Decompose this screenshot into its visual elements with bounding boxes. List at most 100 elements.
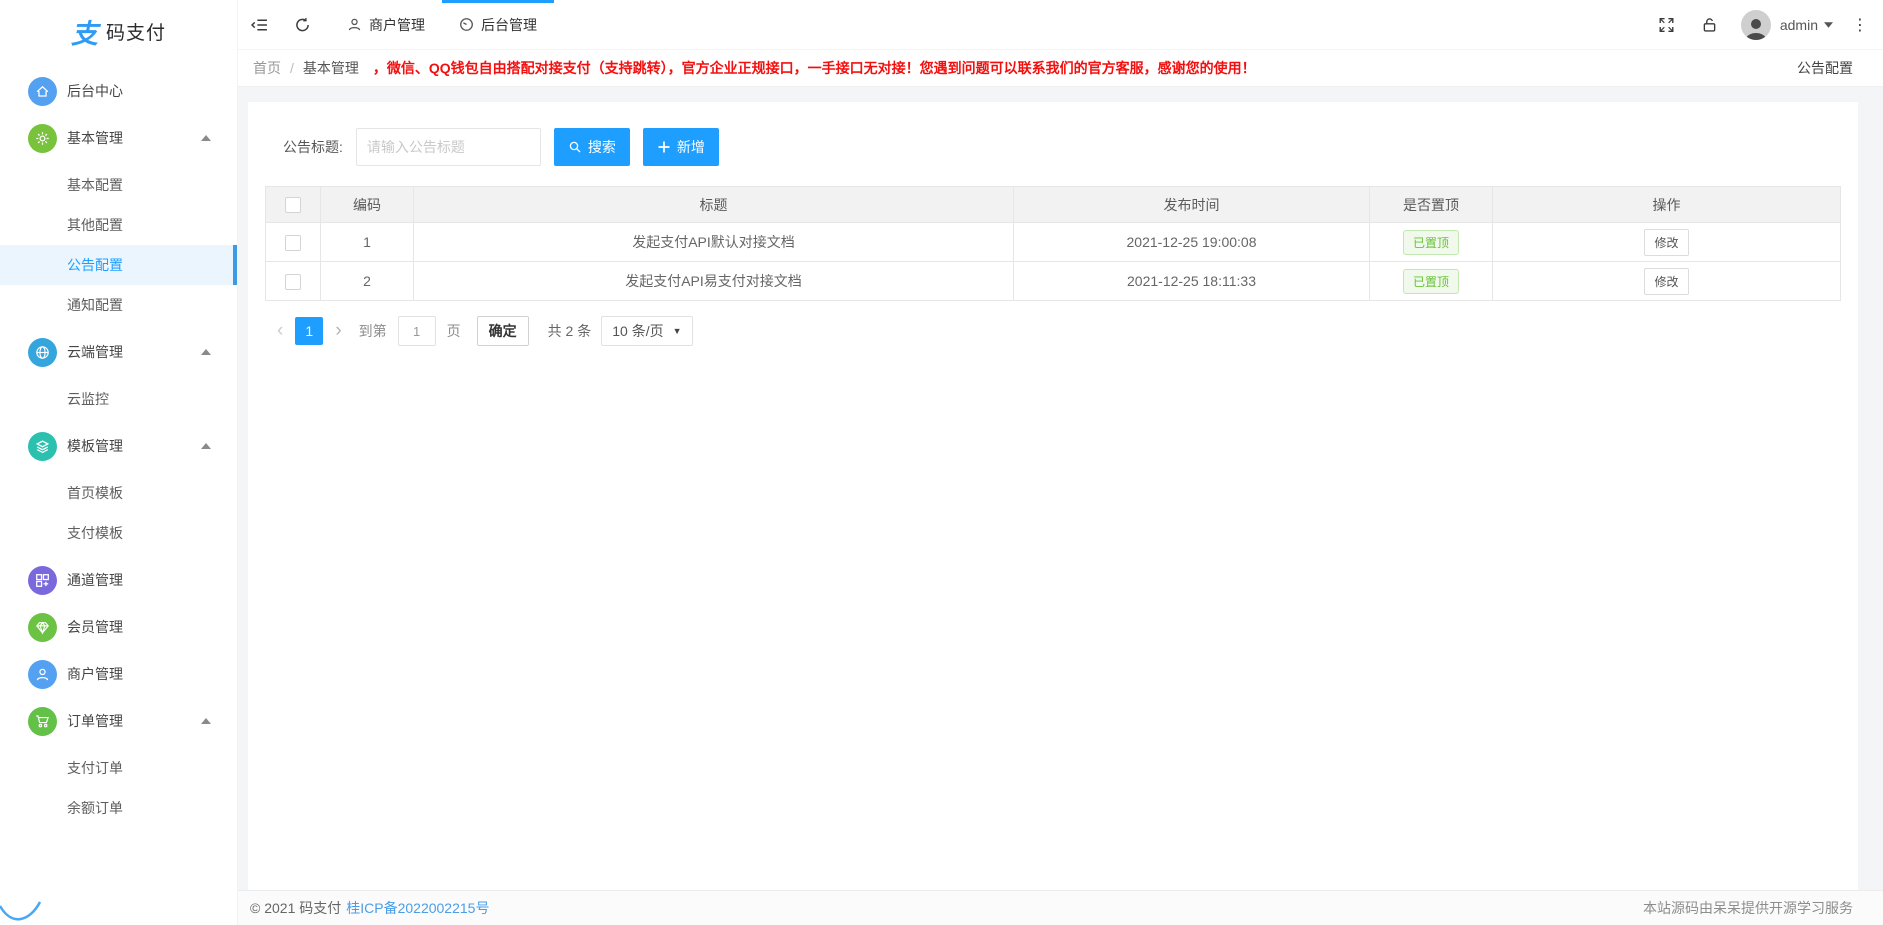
- sidebar-item-template-management[interactable]: 模板管理: [0, 426, 237, 466]
- row-checkbox[interactable]: [285, 235, 301, 251]
- sidebar: 支 码支付 后台中心基本管理基本配置其他配置公告配置通知配置云端管理云监控模板管…: [0, 0, 238, 925]
- sidebar-item-order-management[interactable]: 订单管理: [0, 701, 237, 741]
- sidebar-item-basic-management[interactable]: 基本管理: [0, 118, 237, 158]
- tab-backend-management[interactable]: 后台管理: [442, 0, 554, 49]
- layers-icon: [28, 432, 57, 461]
- breadcrumb: 首页 / 基本管理 ，微信、QQ钱包自由搭配对接支付（支持跳转），官方企业正规接…: [238, 50, 1883, 87]
- arrow-up-icon: [201, 718, 211, 724]
- arrow-up-icon: [201, 349, 211, 355]
- cart-icon: [28, 707, 57, 736]
- sidebar-item-member-management[interactable]: 会员管理: [0, 607, 237, 647]
- sidebar-item-label: 后台中心: [67, 81, 123, 101]
- footer-right-text: 本站源码由呆呆提供开源学习服务: [1643, 898, 1853, 918]
- sidebar-item-merchant-management[interactable]: 商户管理: [0, 654, 237, 694]
- sidebar-item-announcement-config[interactable]: 公告配置: [0, 245, 237, 285]
- search-icon: [568, 140, 582, 154]
- footer: © 2021 码支付 桂ICP备2022002215号 本站源码由呆呆提供开源学…: [238, 890, 1883, 925]
- search-field-label: 公告标题:: [283, 137, 343, 157]
- goto-label: 到第: [359, 321, 387, 341]
- more-menu-icon[interactable]: ⋮: [1833, 15, 1883, 35]
- goto-page-input[interactable]: [398, 316, 436, 346]
- sidebar-item-label: 通道管理: [67, 570, 123, 590]
- topbar: 商户管理 后台管理 admin ⋮: [238, 0, 1883, 50]
- select-caret-icon: ▼: [673, 326, 682, 336]
- fullscreen-icon[interactable]: [1645, 0, 1688, 49]
- app-logo: 支 码支付: [0, 6, 237, 56]
- icp-link[interactable]: 桂ICP备2022002215号: [346, 898, 489, 918]
- status-badge: 已置顶: [1403, 269, 1459, 294]
- prev-page-icon[interactable]: ‹: [267, 317, 293, 345]
- sidebar-menu: 后台中心基本管理基本配置其他配置公告配置通知配置云端管理云监控模板管理首页模板支…: [0, 56, 237, 828]
- sidebar-item-balance-orders[interactable]: 余额订单: [0, 788, 237, 828]
- lock-screen-icon[interactable]: [1688, 0, 1731, 49]
- next-page-icon[interactable]: ›: [325, 317, 351, 345]
- edit-button[interactable]: 修改: [1644, 229, 1688, 256]
- breadcrumb-home[interactable]: 首页: [253, 58, 281, 78]
- sidebar-item-basic-config[interactable]: 基本配置: [0, 165, 237, 205]
- per-page-select[interactable]: 10 条/页 ▼: [601, 316, 692, 346]
- current-page-button[interactable]: 1: [295, 317, 323, 345]
- open-tabs-bar: 商户管理 后台管理: [330, 0, 554, 49]
- arrow-up-icon: [201, 443, 211, 449]
- username-dropdown[interactable]: admin: [1780, 17, 1818, 33]
- sidebar-item-home-template[interactable]: 首页模板: [0, 473, 237, 513]
- column-header-time: 发布时间: [1014, 187, 1370, 223]
- total-count-label: 共 2 条: [548, 321, 592, 341]
- tab-label: 商户管理: [369, 15, 425, 35]
- row-checkbox[interactable]: [285, 274, 301, 290]
- page-title: 公告配置: [1777, 58, 1853, 78]
- sidebar-item-cloud-monitor[interactable]: 云监控: [0, 379, 237, 419]
- refresh-icon[interactable]: [281, 0, 324, 49]
- cell-title: 发起支付API默认对接文档: [632, 234, 795, 250]
- plus-icon: [657, 140, 671, 154]
- user-avatar[interactable]: [1741, 10, 1771, 40]
- breadcrumb-separator: /: [290, 60, 294, 76]
- sidebar-item-other-config[interactable]: 其他配置: [0, 205, 237, 245]
- app-title: 码支付: [106, 18, 166, 45]
- edit-button[interactable]: 修改: [1644, 268, 1688, 295]
- tab-merchant-management[interactable]: 商户管理: [330, 0, 442, 49]
- sidebar-item-pay-template[interactable]: 支付模板: [0, 513, 237, 553]
- column-header-code: 编码: [321, 187, 414, 223]
- chevron-down-icon[interactable]: [1824, 22, 1833, 28]
- announcement-title-input[interactable]: [356, 128, 541, 166]
- sidebar-item-label: 云端管理: [67, 342, 123, 362]
- gear-icon: [28, 124, 57, 153]
- add-button[interactable]: 新增: [643, 128, 719, 166]
- notice-marquee: ，微信、QQ钱包自由搭配对接支付（支持跳转），官方企业正规接口，一手接口无对接！…: [373, 58, 1256, 78]
- tab-label: 后台管理: [481, 15, 537, 35]
- copyright-text: © 2021 码支付: [250, 898, 341, 918]
- sidebar-item-notify-config[interactable]: 通知配置: [0, 285, 237, 325]
- gem-icon: [28, 613, 57, 642]
- sidebar-item-cloud-management[interactable]: 云端管理: [0, 332, 237, 372]
- search-button-label: 搜索: [588, 137, 616, 157]
- search-toolbar: 公告标题: 搜索 新增: [265, 128, 1841, 166]
- breadcrumb-section[interactable]: 基本管理: [303, 58, 359, 78]
- table-header-row: 编码 标题 发布时间 是否置顶 操作: [266, 187, 1841, 223]
- sidebar-item-label: 基本管理: [67, 128, 123, 148]
- add-button-label: 新增: [677, 137, 705, 157]
- arrow-up-icon: [201, 135, 211, 141]
- app-root: 支 码支付 后台中心基本管理基本配置其他配置公告配置通知配置云端管理云监控模板管…: [0, 0, 1883, 925]
- cell-time: 2021-12-25 19:00:08: [1127, 234, 1257, 250]
- announcement-table: 编码 标题 发布时间 是否置顶 操作 1 发起支付API默认对接文档 2021-12…: [265, 186, 1841, 301]
- status-badge: 已置顶: [1403, 230, 1459, 255]
- sidebar-item-label: 模板管理: [67, 436, 123, 456]
- sidebar-item-admin-center[interactable]: 后台中心: [0, 71, 237, 111]
- page-unit-label: 页: [447, 321, 461, 341]
- decorative-watermark: [0, 901, 42, 925]
- column-header-title: 标题: [414, 187, 1014, 223]
- sidebar-item-channel-management[interactable]: 通道管理: [0, 560, 237, 600]
- collapse-sidebar-icon[interactable]: [238, 0, 281, 49]
- cell-code: 1: [363, 234, 371, 250]
- logo-glyph-icon: 支: [71, 12, 98, 51]
- select-all-checkbox[interactable]: [285, 197, 301, 213]
- column-header-action: 操作: [1493, 187, 1841, 223]
- confirm-page-button[interactable]: 确定: [477, 316, 529, 346]
- gauge-icon: [459, 17, 474, 32]
- sidebar-item-pay-orders[interactable]: 支付订单: [0, 748, 237, 788]
- globe-icon: [28, 338, 57, 367]
- search-button[interactable]: 搜索: [554, 128, 630, 166]
- user-icon: [347, 17, 362, 32]
- grid-icon: [28, 566, 57, 595]
